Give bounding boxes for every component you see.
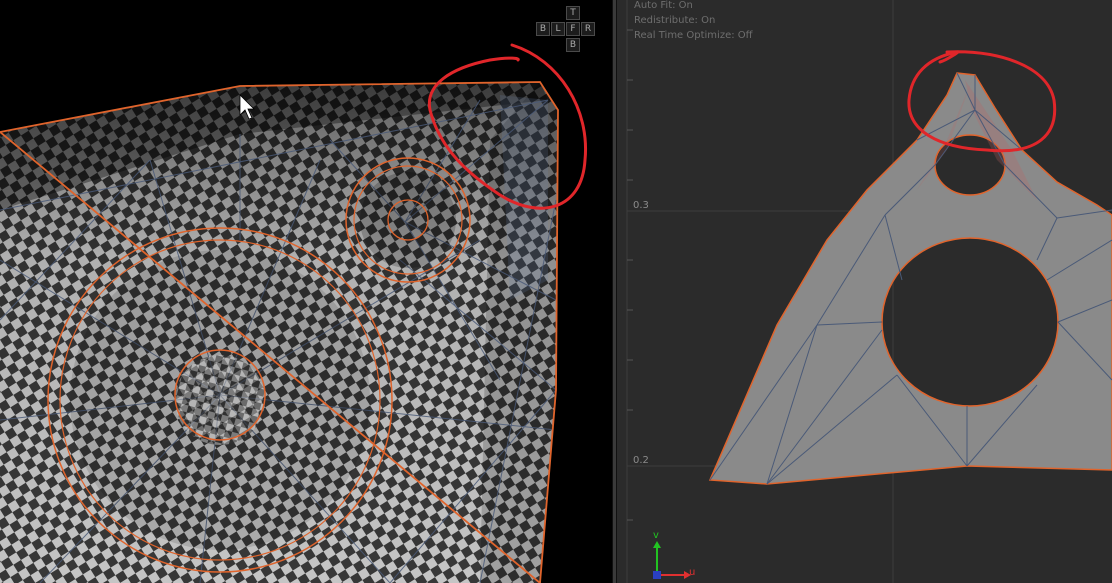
uv-unwrap-workspace: T B L F R B Auto Fit: On Redistribute: O…	[0, 0, 1112, 583]
view-cube[interactable]: T B L F R B	[536, 6, 598, 52]
v-tick-upper: 0.3	[633, 200, 649, 211]
uv-axis-gizmo	[653, 541, 691, 579]
realtime-optimize-status[interactable]: Real Time Optimize: Off	[634, 30, 753, 41]
3d-scene[interactable]	[0, 0, 612, 583]
view-cube-right[interactable]: R	[581, 22, 595, 36]
v-tick-lower: 0.2	[633, 455, 649, 466]
view-cube-left[interactable]: L	[551, 22, 565, 36]
redistribute-status[interactable]: Redistribute: On	[634, 15, 715, 26]
view-cube-back[interactable]: B	[536, 22, 550, 36]
u-axis-label: u	[689, 567, 696, 578]
small-hole[interactable]	[345, 157, 471, 283]
uv-canvas[interactable]	[617, 0, 1112, 583]
auto-fit-status[interactable]: Auto Fit: On	[634, 0, 693, 11]
v-axis-label: v	[653, 530, 659, 541]
view-cube-top[interactable]: T	[566, 6, 580, 20]
uv-editor[interactable]: Auto Fit: On Redistribute: On Real Time …	[617, 0, 1112, 583]
view-cube-front[interactable]: F	[566, 22, 580, 36]
uv-island[interactable]	[708, 72, 1112, 485]
view-cube-bottom[interactable]: B	[566, 38, 580, 52]
3d-viewport[interactable]: T B L F R B	[0, 0, 612, 583]
